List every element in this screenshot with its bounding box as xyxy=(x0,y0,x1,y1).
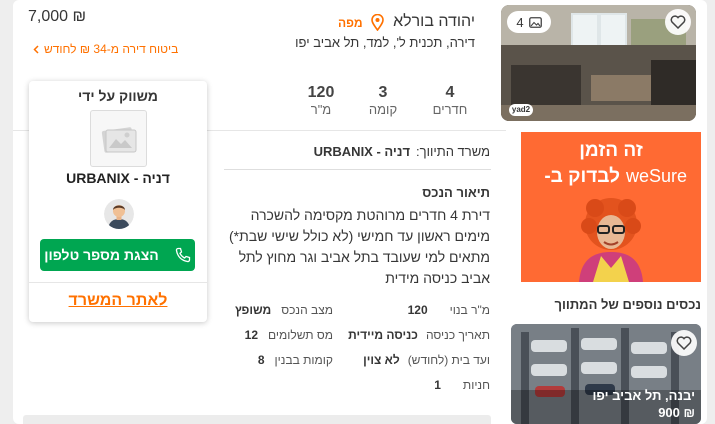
next-section-bar xyxy=(23,415,491,424)
office-value: דניה - URBANIX xyxy=(313,144,411,159)
description-title: תיאור הנכס xyxy=(422,185,490,200)
spec-condition: מצב הנכס משופץ xyxy=(234,303,333,317)
spec-entry-date: תאריך כניסה כניסה מיידית xyxy=(348,328,490,342)
spec-floors-in-building: קומות בבנין 8 xyxy=(257,353,333,367)
agency-box: משווק על ידי דניה - URBANIX הצגת מספר טל… xyxy=(29,81,207,322)
listing-price: ₪ 7,000 xyxy=(28,8,87,25)
managed-by-label: משווק על ידי xyxy=(78,88,158,104)
agent-avatar xyxy=(104,199,134,229)
yad2-watermark: yad2 xyxy=(509,104,533,116)
spec-built-area: מ"ר בנוי 120 xyxy=(407,303,490,317)
favorite-heart-icon[interactable] xyxy=(665,9,691,35)
stat-area: 120 מ"ר xyxy=(307,84,335,117)
spec-payments: מס תשלומים 12 xyxy=(244,328,333,342)
show-phone-button[interactable]: הצגת מספר טלפון xyxy=(40,239,195,271)
office-website-link[interactable]: לאתר המשרד xyxy=(29,292,207,310)
photo-count: 4 xyxy=(516,14,524,30)
map-pin-icon xyxy=(370,14,384,31)
photo-count-badge[interactable]: 4 xyxy=(507,11,551,33)
map-label: מפה xyxy=(338,15,363,30)
spec-parking: חניות 1 xyxy=(434,378,490,392)
favorite-heart-icon-2[interactable] xyxy=(671,330,697,356)
spec-house-committee: ועד בית (לחודש) לא צוין xyxy=(363,353,490,367)
stat-floor: 3 קומה xyxy=(368,84,398,117)
listing-subtitle: דירה, תכנית ל', למד, תל אביב יפו xyxy=(295,35,475,50)
building-placeholder-icon xyxy=(90,110,147,167)
description-text: דירת 4 חדרים מרוהטת מקסימה להשכרה מימים … xyxy=(228,207,490,286)
ad-line-1: זה הזמן xyxy=(579,140,643,161)
agency-divider xyxy=(29,282,207,283)
office-divider xyxy=(224,169,491,170)
more-card-price: ₪ 900 xyxy=(658,405,695,420)
stat-rooms: 4 חדרים xyxy=(432,84,468,117)
office-label: משרד התיווך: xyxy=(416,144,490,159)
more-listing-card[interactable]: יבנה, תל אביב יפו ₪ 900 xyxy=(511,324,701,424)
more-card-location: יבנה, תל אביב יפו xyxy=(592,388,695,403)
ad-brand: weSure xyxy=(625,166,687,186)
phone-button-label: הצגת מספר טלפון xyxy=(44,247,159,263)
more-listings-title: נכסים נוספים של המתווך xyxy=(554,297,701,312)
phone-icon xyxy=(175,247,190,263)
chevron-left-icon xyxy=(33,44,39,54)
ad-presenter-image xyxy=(579,198,643,282)
ad-line-2: לבדוק ב- weSure xyxy=(544,166,687,187)
insurance-link[interactable]: ביטוח דירה מ-34 ₪ לחודש xyxy=(33,42,178,56)
listing-street: יהודה בורלא xyxy=(393,13,475,30)
office-row: משרד התיווך: דניה - URBANIX xyxy=(314,144,490,159)
map-link[interactable]: מפה xyxy=(338,14,384,31)
photo-icon xyxy=(528,16,542,28)
insurance-label: ביטוח דירה מ-34 ₪ לחודש xyxy=(44,42,179,56)
agency-name: דניה - URBANIX xyxy=(66,170,170,186)
wesure-ad-banner[interactable]: זה הזמן לבדוק ב- weSure xyxy=(521,132,701,282)
